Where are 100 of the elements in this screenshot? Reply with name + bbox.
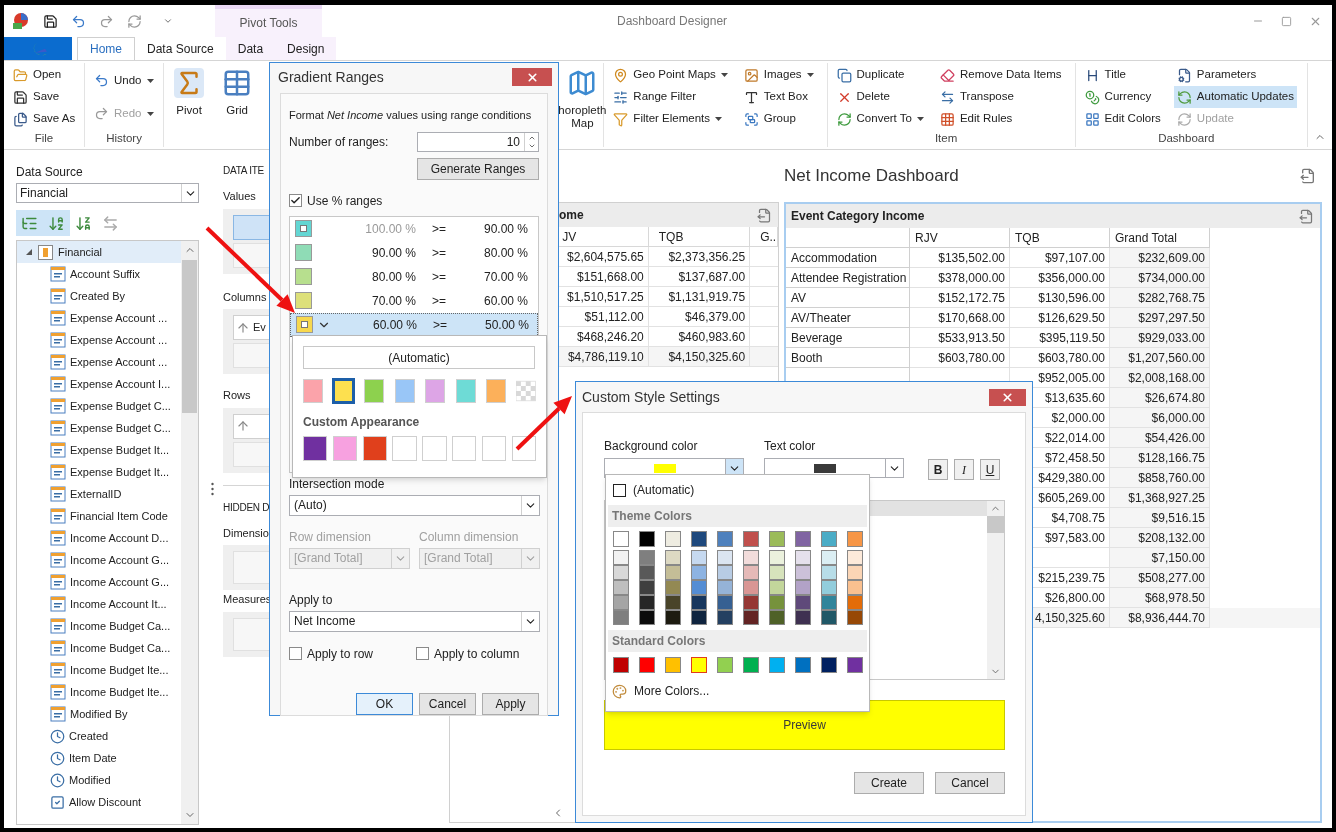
dialog-button[interactable]: OK	[356, 692, 413, 715]
tree-item[interactable]: Item Date	[17, 747, 181, 769]
tree-item[interactable]: Expense Budget It...	[17, 461, 181, 483]
range-from: 100.00 %	[364, 220, 416, 238]
intersection-select[interactable]: (Auto)	[289, 494, 540, 516]
table-cell: $2,373,356.25	[648, 247, 751, 267]
tree-item[interactable]: Income Account It...	[17, 593, 181, 615]
table-cell: $9,516.15	[1110, 508, 1210, 528]
ribbon-button[interactable]: Grid	[218, 64, 257, 117]
ribbon-button[interactable]: horopleth Map	[554, 64, 611, 130]
format-button[interactable]: B	[928, 459, 948, 480]
row-header: Accommodation	[786, 248, 910, 268]
ribbon-button[interactable]: Edit Colors	[1081, 108, 1164, 130]
table-cell: $508,277.00	[1110, 568, 1210, 588]
ribbon-button[interactable]: Convert To	[833, 108, 927, 130]
tree-item[interactable]: Income Budget Ca...	[17, 615, 181, 637]
table-cell: $929,033.00	[1110, 328, 1210, 348]
column-header: RJV	[910, 228, 1010, 248]
tree-item[interactable]: Account Suffix	[17, 263, 181, 285]
tree-item[interactable]: Expense Account ...	[17, 329, 181, 351]
ribbon-button[interactable]: Range Filter	[610, 86, 731, 108]
ribbon-button[interactable]: Automatic Updates	[1173, 86, 1297, 108]
ribbon-button[interactable]: Save	[10, 86, 79, 108]
column-header: TQB	[1010, 228, 1110, 248]
range-row[interactable]: 80.00 % >= 70.00 %	[290, 264, 538, 289]
tree-item[interactable]: Allow Discount	[17, 791, 181, 813]
ribbon-button[interactable]: Edit Rules	[936, 108, 1065, 130]
tree-item[interactable]: Expense Budget It...	[17, 439, 181, 461]
tree-item[interactable]: Modified By	[17, 703, 181, 725]
tree-item[interactable]: Income Account D...	[17, 527, 181, 549]
row-header: Beverage	[786, 328, 910, 348]
dialog-button[interactable]: Cancel	[419, 692, 476, 715]
ribbon-button[interactable]: Pivot	[170, 64, 209, 117]
format-button[interactable]: U	[980, 459, 1000, 480]
range-row[interactable]: 100.00 % >= 90.00 %	[290, 216, 538, 241]
ribbon-button[interactable]: Save As	[10, 108, 79, 130]
tree-item[interactable]: Income Account G...	[17, 571, 181, 593]
table-cell: $1,131,919.75	[648, 287, 751, 307]
tree-item[interactable]: Created By	[17, 285, 181, 307]
panel-title: Event Category Income	[791, 208, 925, 225]
tree-item[interactable]: Financial Item Code	[17, 505, 181, 527]
ribbon-button[interactable]: Text Box	[740, 86, 817, 108]
ribbon-button[interactable]: Undo	[91, 69, 157, 92]
ribbon-button[interactable]: Filter Elements	[610, 108, 731, 130]
range-operator: >=	[431, 292, 447, 310]
ribbon-button[interactable]: Title	[1081, 64, 1164, 86]
range-row[interactable]: 70.00 % >= 60.00 %	[290, 288, 538, 313]
range-row[interactable]: 60.00 % >= 50.00 %	[290, 312, 538, 337]
table-cell: $282,768.75	[1110, 288, 1210, 308]
ribbon-button[interactable]: Delete	[833, 86, 927, 108]
dialog-button[interactable]: Create	[854, 772, 924, 794]
panel-title: ome	[559, 207, 584, 224]
ribbon-button[interactable]: Parameters	[1173, 64, 1297, 86]
tree-item[interactable]: Expense Account I...	[17, 373, 181, 395]
ribbon-button[interactable]: Geo Point Maps	[610, 64, 731, 86]
context-tab-header: Pivot Tools	[215, 5, 322, 37]
ribbon-tab[interactable]: Home	[77, 37, 135, 60]
ribbon-button[interactable]: Images	[740, 64, 817, 86]
ribbon-button[interactable]: Remove Data Items	[936, 64, 1065, 86]
tree-item[interactable]: Modified	[17, 769, 181, 791]
table-cell: $297,297.50	[1110, 308, 1210, 328]
tree-item[interactable]: Income Budget Ite...	[17, 659, 181, 681]
tree-item[interactable]: Expense Budget C...	[17, 395, 181, 417]
group-label: Dashboard	[1157, 131, 1216, 146]
range-row[interactable]: 90.00 % >= 80.00 %	[290, 240, 538, 265]
range-from: 80.00 %	[370, 268, 416, 286]
tree-item[interactable]: Income Account G...	[17, 549, 181, 571]
range-operator: >=	[432, 316, 448, 334]
description-text: Format Net Income values using range conditions	[289, 108, 532, 123]
more-colors-option[interactable]: More Colors...	[634, 682, 710, 700]
apply-to-select[interactable]: Net Income	[289, 610, 540, 632]
tree-item[interactable]: Expense Account ...	[17, 351, 181, 373]
table-cell: $128,166.75	[1110, 448, 1210, 468]
data-source-select[interactable]: Financial	[16, 183, 199, 203]
tree-item[interactable]: Created	[17, 725, 181, 747]
generate-ranges-button[interactable]: Generate Ranges	[417, 157, 539, 180]
ribbon-button[interactable]: Open	[10, 64, 79, 86]
dialog-title: Gradient Ranges	[278, 67, 384, 87]
format-button[interactable]: I	[954, 459, 974, 480]
table-cell: $68,978.50	[1110, 588, 1210, 608]
tree-item[interactable]: Expense Account ...	[17, 307, 181, 329]
ribbon-button[interactable]: Currency	[1081, 86, 1164, 108]
dialog-title: Custom Style Settings	[582, 387, 720, 407]
ribbon-tab[interactable]: Data	[225, 37, 276, 60]
dialog-button[interactable]: Cancel	[935, 772, 1005, 794]
automatic-option[interactable]: (Automatic)	[633, 481, 695, 499]
tree-item[interactable]: Income Budget Ca...	[17, 637, 181, 659]
ribbon-button[interactable]: Transpose	[936, 86, 1065, 108]
tree-item[interactable]: Income Budget Ite...	[17, 681, 181, 703]
automatic-button[interactable]: (Automatic)	[303, 346, 535, 369]
ribbon-tab[interactable]: Data Source	[135, 37, 226, 60]
tree-item[interactable]: ExternalID	[17, 483, 181, 505]
field-label: Text color	[764, 438, 817, 455]
tree-item[interactable]: Expense Budget C...	[17, 417, 181, 439]
tree-item[interactable]: Financial	[17, 241, 181, 263]
ribbon-button[interactable]: Duplicate	[833, 64, 927, 86]
dialog-button[interactable]: Apply	[482, 692, 539, 715]
ribbon-button[interactable]: Group	[740, 108, 817, 130]
ribbon-tab[interactable]: Design	[275, 37, 337, 60]
number-spinner[interactable]: 10	[417, 131, 539, 152]
